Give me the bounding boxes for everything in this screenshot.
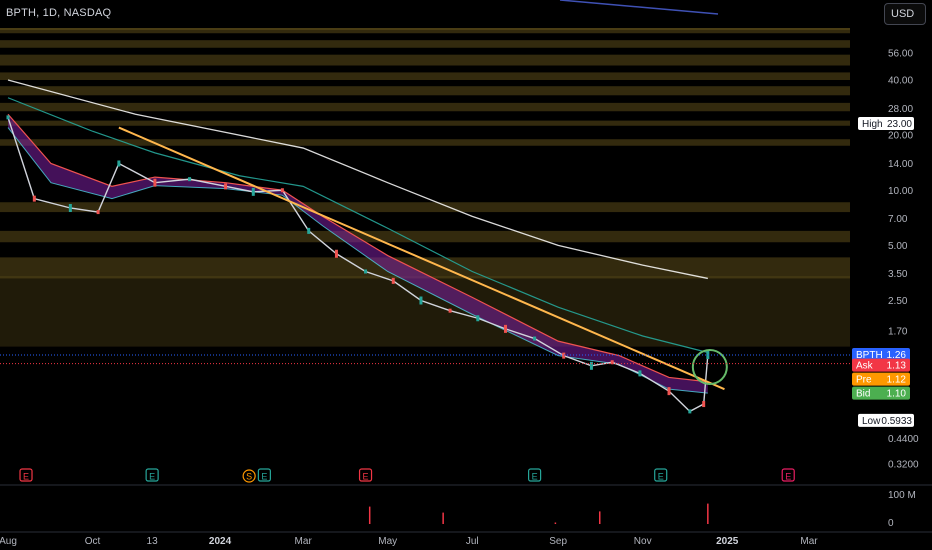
price-candle bbox=[533, 336, 537, 341]
y-tick-label: 14.00 bbox=[888, 159, 913, 170]
price-candle bbox=[504, 324, 508, 333]
price-tag-bid: Bid 1.10 bbox=[852, 386, 910, 400]
y-tick-label: 2.50 bbox=[888, 296, 908, 307]
x-tick-label: Nov bbox=[634, 536, 652, 547]
price-tag-label: Ask bbox=[856, 361, 874, 372]
high-label-value: 23.00 bbox=[887, 119, 912, 130]
resistance-band bbox=[0, 40, 850, 48]
price-candle bbox=[224, 183, 228, 190]
price-candle bbox=[702, 401, 706, 408]
y-tick-label: 7.00 bbox=[888, 214, 908, 225]
event-letter: E bbox=[532, 472, 538, 482]
x-tick-label: Sep bbox=[549, 536, 567, 547]
y-tick-label: 10.00 bbox=[888, 186, 913, 197]
x-tick-label: Oct bbox=[85, 536, 101, 547]
resistance-band bbox=[0, 54, 850, 66]
volume-axis-label: 100 M bbox=[888, 490, 916, 501]
price-candle bbox=[638, 370, 642, 377]
x-tick-label: Jul bbox=[466, 536, 479, 547]
price-candle bbox=[688, 409, 692, 414]
resistance-band bbox=[0, 102, 850, 112]
event-letter: E bbox=[363, 472, 369, 482]
x-tick-label: Mar bbox=[800, 536, 818, 547]
price-tag-ask: Ask 1.13 bbox=[852, 358, 910, 372]
y-tick-label: 1.70 bbox=[888, 327, 908, 338]
y-tick-label: 5.00 bbox=[888, 241, 908, 252]
price-candle bbox=[280, 188, 284, 193]
resistance-band bbox=[0, 139, 850, 146]
price-chart[interactable]: 56.00 40.00 28.00 20.00 14.00 10.00 7.00 5.00 3.… bbox=[0, 0, 932, 550]
price-candle bbox=[448, 308, 452, 313]
resistance-band bbox=[0, 28, 850, 34]
event-letter: S bbox=[246, 472, 252, 482]
x-tick-label: 2024 bbox=[209, 536, 232, 547]
x-tick-label: Mar bbox=[295, 536, 313, 547]
currency-button[interactable]: USD bbox=[884, 3, 926, 25]
price-candle bbox=[364, 269, 368, 274]
symbol-header: BPTH, 1D, NASDAQ bbox=[6, 7, 112, 19]
volume-bar bbox=[368, 506, 371, 524]
price-candle bbox=[32, 195, 36, 202]
price-candle bbox=[251, 187, 255, 196]
event-letter: E bbox=[23, 472, 29, 482]
high-label: High 23.00 bbox=[858, 117, 914, 131]
price-candle bbox=[334, 249, 338, 258]
price-tag-label: Bid bbox=[856, 389, 870, 400]
low-label: Low 0.5933 bbox=[858, 413, 914, 427]
volume-axis-label: 0 bbox=[888, 518, 894, 529]
price-candle bbox=[476, 315, 480, 322]
y-tick-label: 0.3200 bbox=[888, 460, 919, 471]
y-tick-label: 40.00 bbox=[888, 76, 913, 87]
price-candle bbox=[391, 277, 395, 284]
x-tick-label: Aug bbox=[0, 536, 17, 547]
price-candle bbox=[419, 296, 423, 305]
price-candle bbox=[589, 361, 593, 370]
price-candle bbox=[667, 387, 671, 396]
price-candle bbox=[562, 352, 566, 359]
event-letter: E bbox=[261, 472, 267, 482]
price-candle bbox=[68, 204, 72, 212]
event-letter: E bbox=[149, 472, 155, 482]
resistance-band bbox=[0, 202, 850, 213]
price-tag-label: Pre bbox=[856, 375, 872, 386]
price-candle bbox=[307, 227, 311, 234]
resistance-band bbox=[0, 230, 850, 243]
resistance-band bbox=[0, 86, 850, 96]
high-label-text: High bbox=[862, 119, 883, 130]
price-candle bbox=[117, 160, 121, 167]
price-candle bbox=[96, 210, 100, 215]
resistance-band bbox=[0, 120, 850, 126]
price-candle bbox=[188, 177, 192, 182]
volume-bar bbox=[554, 522, 557, 524]
event-letter: E bbox=[785, 472, 791, 482]
volume-bar bbox=[707, 503, 709, 524]
x-tick-label: 2025 bbox=[716, 536, 739, 547]
y-tick-label: 56.00 bbox=[888, 49, 913, 60]
volume-bar bbox=[598, 511, 601, 524]
x-tick-label: 13 bbox=[147, 536, 159, 547]
y-tick-label: 20.00 bbox=[888, 131, 913, 142]
price-tag-value: 1.12 bbox=[887, 375, 907, 386]
y-tick-label: 3.50 bbox=[888, 269, 908, 280]
price-tag-value: 1.13 bbox=[887, 361, 907, 372]
volume-bar bbox=[442, 512, 444, 524]
low-label-value: 0.5933 bbox=[881, 416, 912, 427]
x-tick-label: May bbox=[378, 536, 397, 547]
price-tag-value: 1.10 bbox=[887, 389, 907, 400]
low-label-text: Low bbox=[862, 416, 881, 427]
y-tick-label: 28.00 bbox=[888, 104, 913, 115]
resistance-band bbox=[0, 72, 850, 80]
price-candle bbox=[153, 178, 157, 187]
price-tag-pre: Pre 1.12 bbox=[852, 372, 910, 386]
price-candle bbox=[6, 115, 10, 120]
event-letter: E bbox=[658, 472, 664, 482]
y-tick-label: 0.4400 bbox=[888, 434, 919, 445]
